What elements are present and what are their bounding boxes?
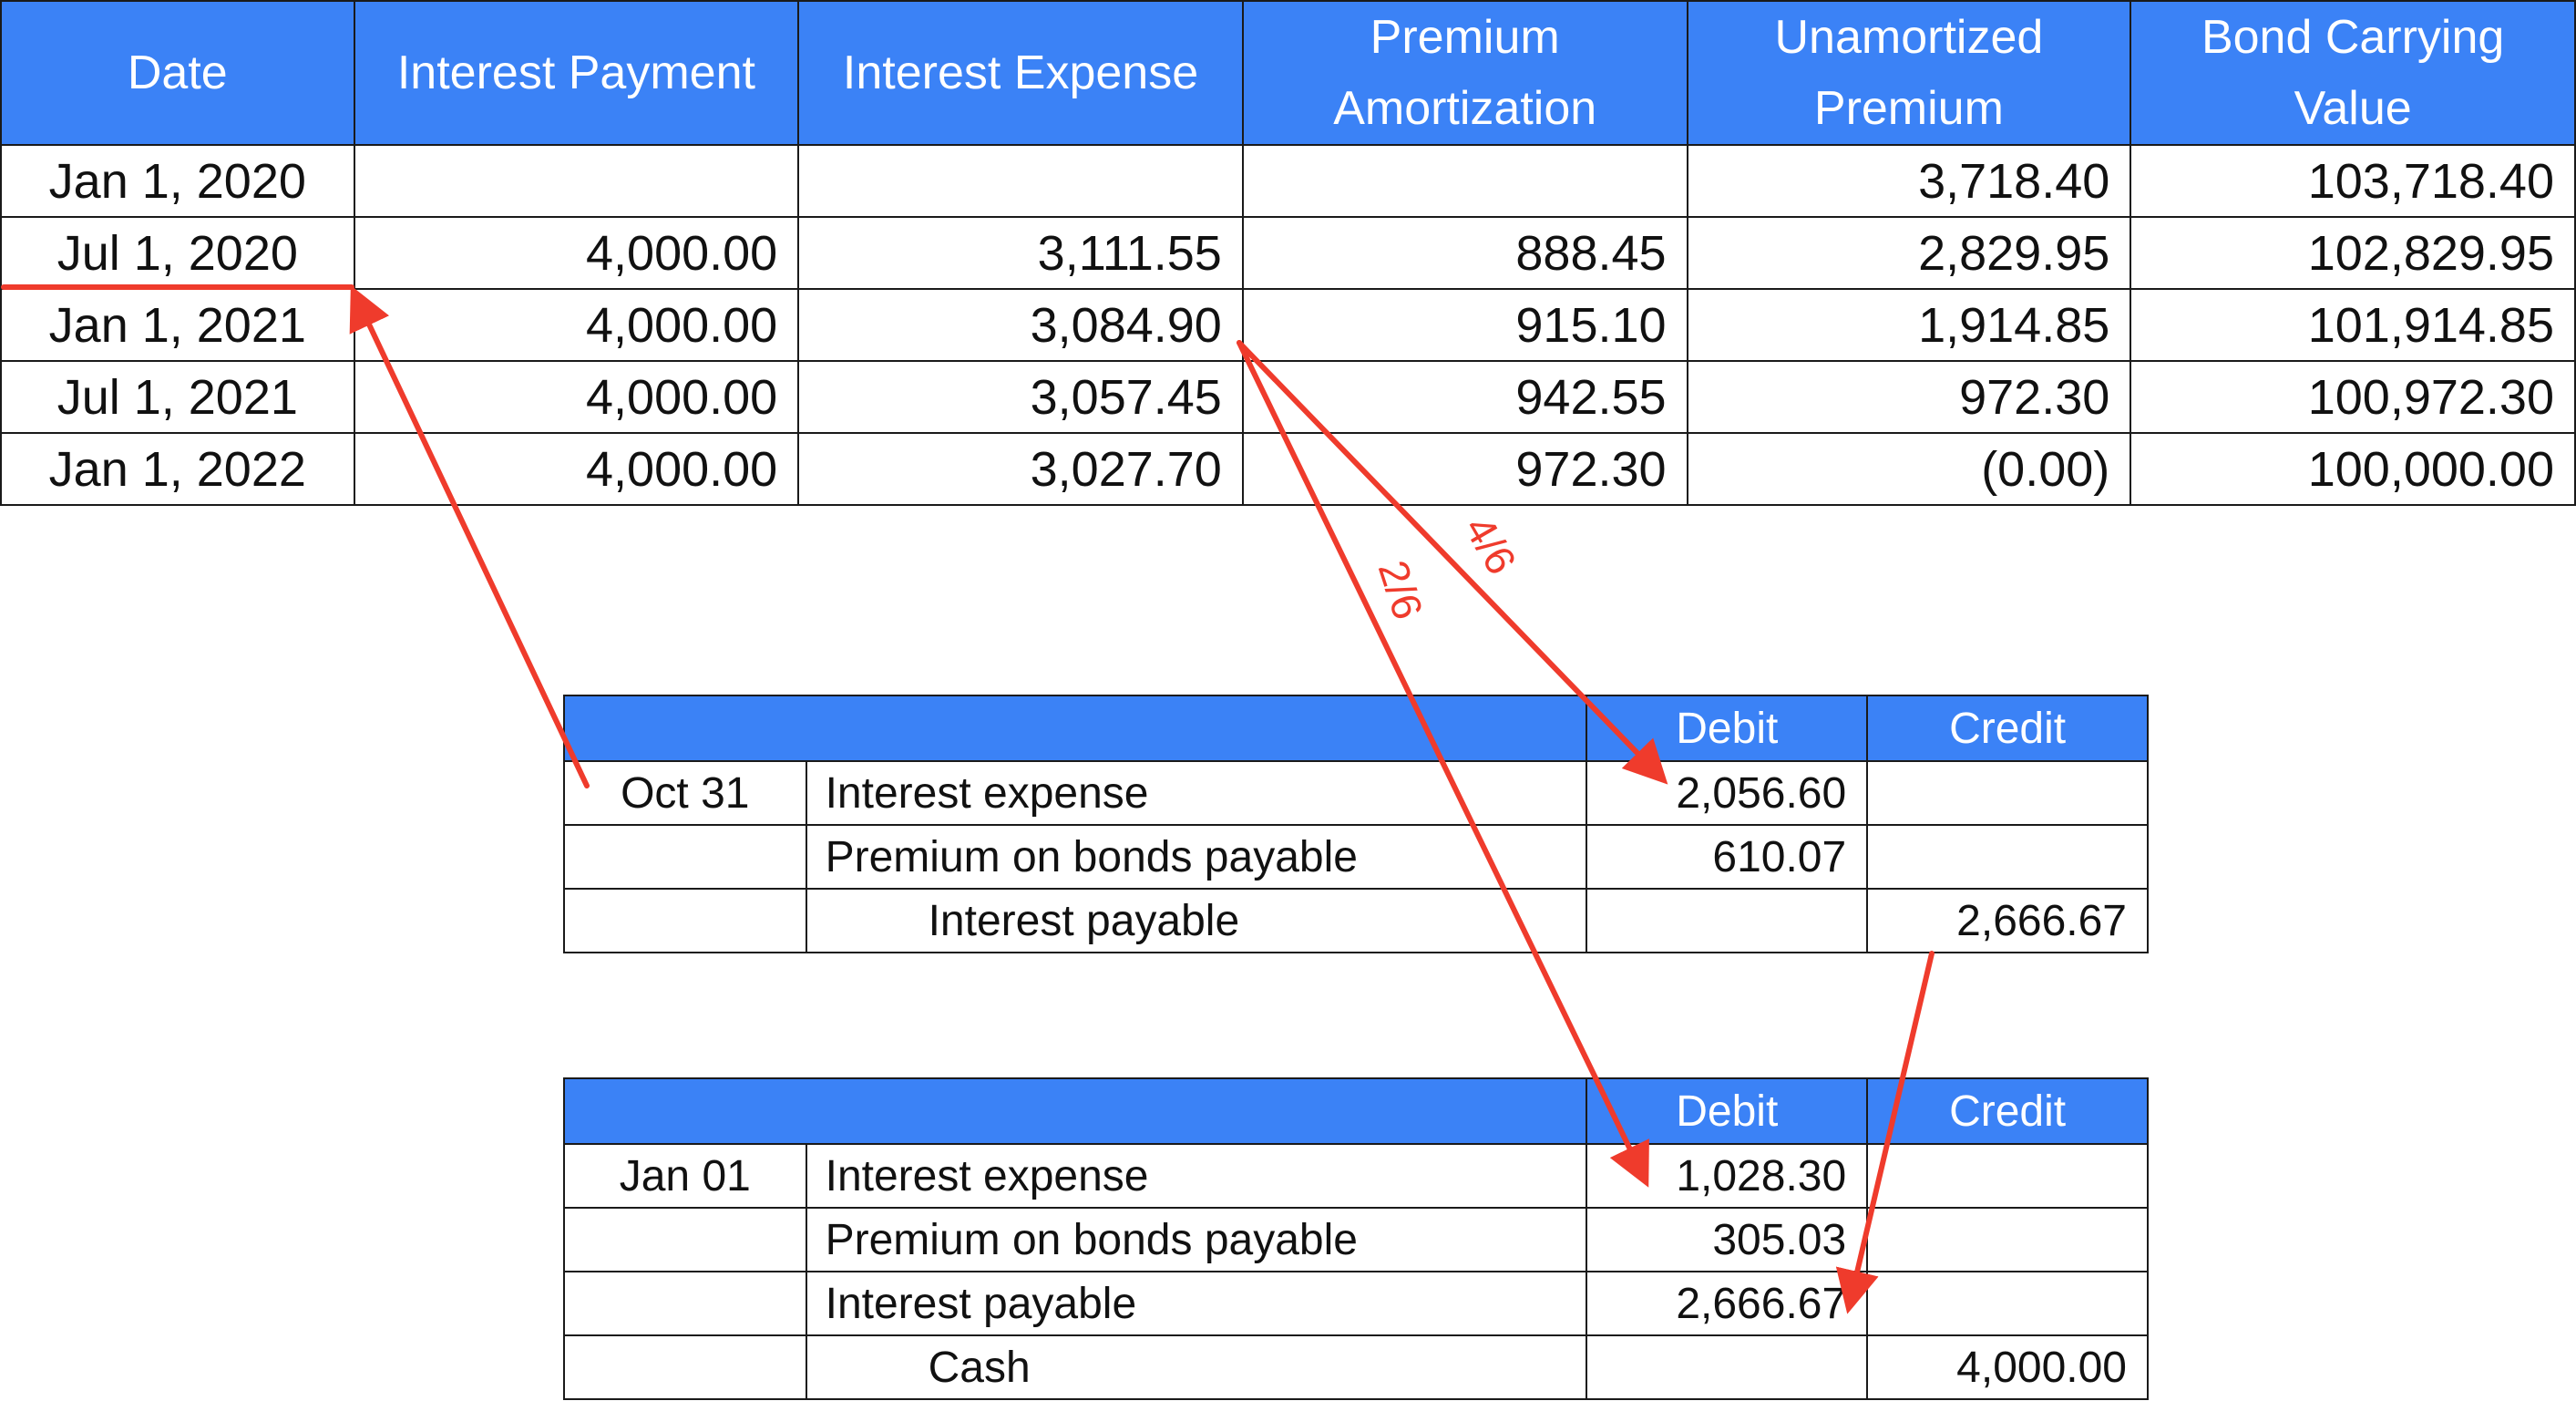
header-interest-expense: Interest Expense bbox=[797, 0, 1244, 146]
journal-header-row: Debit Credit bbox=[562, 695, 2149, 762]
cell-date: Jul 1, 2020 bbox=[0, 216, 355, 290]
entry-debit: 2,666.67 bbox=[1586, 1271, 1869, 1336]
journal-row: Cash 4,000.00 bbox=[563, 1334, 2149, 1400]
cell-unamortized: 3,718.40 bbox=[1686, 144, 2132, 218]
cell-date: Jul 1, 2021 bbox=[0, 360, 355, 434]
entry-date bbox=[563, 1207, 807, 1272]
cell-carrying: 103,718.40 bbox=[2130, 144, 2576, 218]
cell-carrying: 100,972.30 bbox=[2130, 360, 2576, 434]
entry-date: Jan 01 bbox=[563, 1143, 807, 1209]
journal-header-blank bbox=[562, 695, 1588, 762]
entry-account: Cash bbox=[805, 1334, 1588, 1400]
cell-expense: 3,084.90 bbox=[797, 288, 1244, 362]
entry-account: Interest payable bbox=[805, 1271, 1588, 1336]
entry-credit bbox=[1866, 824, 2149, 890]
cell-date: Jan 1, 2021 bbox=[0, 288, 355, 362]
header-debit: Debit bbox=[1586, 1077, 1869, 1145]
entry-date: Oct 31 bbox=[563, 760, 807, 826]
cell-amortization: 972.30 bbox=[1241, 432, 1688, 506]
entry-account: Interest expense bbox=[805, 760, 1588, 826]
entry-credit bbox=[1866, 1207, 2149, 1272]
entry-debit: 2,056.60 bbox=[1586, 760, 1869, 826]
header-carrying-value: Bond Carrying Value bbox=[2130, 0, 2576, 146]
table-row: Jan 1, 2020 3,718.40 103,718.40 bbox=[0, 144, 2576, 218]
cell-payment bbox=[353, 144, 800, 218]
amortization-header-row: Date Interest Payment Interest Expense P… bbox=[0, 0, 2576, 146]
entry-credit bbox=[1866, 760, 2149, 826]
cell-date: Jan 1, 2020 bbox=[0, 144, 355, 218]
journal-header-blank bbox=[562, 1077, 1588, 1145]
journal-row: Premium on bonds payable 305.03 bbox=[563, 1207, 2149, 1272]
entry-account: Premium on bonds payable bbox=[805, 1207, 1588, 1272]
table-row: Jul 1, 2020 4,000.00 3,111.55 888.45 2,8… bbox=[0, 216, 2576, 290]
journal-row: Premium on bonds payable 610.07 bbox=[563, 824, 2149, 890]
journal-row: Oct 31 Interest expense 2,056.60 bbox=[563, 760, 2149, 826]
entry-date bbox=[563, 1271, 807, 1336]
cell-amortization: 888.45 bbox=[1241, 216, 1688, 290]
cell-expense: 3,027.70 bbox=[797, 432, 1244, 506]
entry-debit bbox=[1586, 1334, 1869, 1400]
journal-entry-jan01: Debit Credit Jan 01 Interest expense 1,0… bbox=[562, 1077, 2149, 1400]
header-unamortized-premium: Unamortized Premium bbox=[1686, 0, 2132, 146]
cell-payment: 4,000.00 bbox=[353, 288, 800, 362]
entry-debit: 1,028.30 bbox=[1586, 1143, 1869, 1209]
entry-account: Interest payable bbox=[805, 888, 1588, 953]
cell-carrying: 101,914.85 bbox=[2130, 288, 2576, 362]
cell-payment: 4,000.00 bbox=[353, 360, 800, 434]
cell-expense: 3,111.55 bbox=[797, 216, 1244, 290]
cell-amortization: 915.10 bbox=[1241, 288, 1688, 362]
journal-row: Interest payable 2,666.67 bbox=[563, 888, 2149, 953]
journal-header-row: Debit Credit bbox=[562, 1077, 2149, 1145]
table-row: Jan 1, 2021 4,000.00 3,084.90 915.10 1,9… bbox=[0, 288, 2576, 362]
header-credit: Credit bbox=[1866, 695, 2149, 762]
entry-account: Interest expense bbox=[805, 1143, 1588, 1209]
cell-unamortized: 972.30 bbox=[1686, 360, 2132, 434]
cell-date: Jan 1, 2022 bbox=[0, 432, 355, 506]
journal-row: Interest payable 2,666.67 bbox=[563, 1271, 2149, 1336]
entry-account: Premium on bonds payable bbox=[805, 824, 1588, 890]
header-debit: Debit bbox=[1586, 695, 1869, 762]
table-row: Jul 1, 2021 4,000.00 3,057.45 942.55 972… bbox=[0, 360, 2576, 434]
entry-credit: 4,000.00 bbox=[1866, 1334, 2149, 1400]
cell-expense bbox=[797, 144, 1244, 218]
cell-unamortized: (0.00) bbox=[1686, 432, 2132, 506]
journal-entry-oct31: Debit Credit Oct 31 Interest expense 2,0… bbox=[562, 695, 2149, 953]
label-four-sixths: 4/6 bbox=[1455, 508, 1525, 582]
entry-credit bbox=[1866, 1271, 2149, 1336]
amortization-table: Date Interest Payment Interest Expense P… bbox=[0, 0, 2576, 506]
cell-expense: 3,057.45 bbox=[797, 360, 1244, 434]
entry-date bbox=[563, 1334, 807, 1400]
journal-row: Jan 01 Interest expense 1,028.30 bbox=[563, 1143, 2149, 1209]
cell-amortization bbox=[1241, 144, 1688, 218]
cell-amortization: 942.55 bbox=[1241, 360, 1688, 434]
cell-carrying: 100,000.00 bbox=[2130, 432, 2576, 506]
header-credit: Credit bbox=[1866, 1077, 2149, 1145]
cell-unamortized: 2,829.95 bbox=[1686, 216, 2132, 290]
entry-date bbox=[563, 888, 807, 953]
entry-credit bbox=[1866, 1143, 2149, 1209]
cell-unamortized: 1,914.85 bbox=[1686, 288, 2132, 362]
entry-debit: 305.03 bbox=[1586, 1207, 1869, 1272]
cell-payment: 4,000.00 bbox=[353, 432, 800, 506]
entry-credit: 2,666.67 bbox=[1866, 888, 2149, 953]
entry-date bbox=[563, 824, 807, 890]
entry-debit bbox=[1586, 888, 1869, 953]
header-premium-amortization: Premium Amortization bbox=[1241, 0, 1688, 146]
cell-payment: 4,000.00 bbox=[353, 216, 800, 290]
label-two-sixths: 2/6 bbox=[1370, 555, 1432, 625]
header-date: Date bbox=[0, 0, 355, 146]
header-interest-payment: Interest Payment bbox=[353, 0, 800, 146]
entry-debit: 610.07 bbox=[1586, 824, 1869, 890]
table-row: Jan 1, 2022 4,000.00 3,027.70 972.30 (0.… bbox=[0, 432, 2576, 506]
cell-carrying: 102,829.95 bbox=[2130, 216, 2576, 290]
